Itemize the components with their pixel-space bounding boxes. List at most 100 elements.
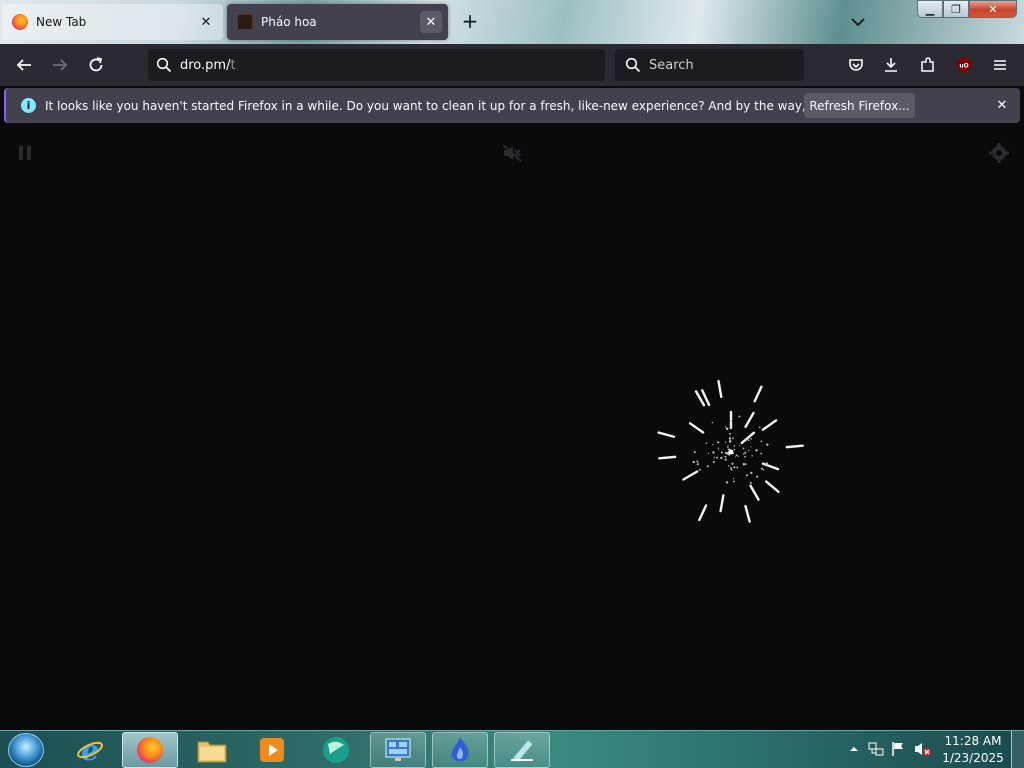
- firework-spark: [712, 460, 715, 464]
- list-all-tabs-chevron-icon[interactable]: [846, 10, 870, 34]
- firework-spark: [712, 451, 715, 454]
- firework-spark: [727, 446, 729, 449]
- firework-spark: [765, 462, 769, 465]
- firework-spark: [705, 442, 708, 444]
- firework-spark: [742, 447, 745, 450]
- reload-icon[interactable]: [82, 51, 110, 79]
- firework-spark: [737, 455, 739, 457]
- firework-spark: [708, 452, 710, 454]
- firework-spark: [760, 452, 763, 455]
- firework-spark: [728, 437, 732, 440]
- firework-spark: [745, 474, 749, 477]
- show-hidden-icons-arrow-icon[interactable]: [846, 741, 862, 757]
- internet-explorer-icon[interactable]: e: [62, 732, 118, 768]
- refresh-firefox-button[interactable]: Refresh Firefox...: [804, 93, 915, 118]
- show-desktop-button[interactable]: [1011, 731, 1024, 768]
- extensions-icon[interactable]: [914, 51, 942, 79]
- firework-spark: [736, 466, 739, 469]
- firework-spark: [713, 456, 715, 459]
- downloads-icon[interactable]: [877, 51, 905, 79]
- pocket-icon[interactable]: [842, 51, 870, 79]
- firework-spark: [735, 454, 738, 457]
- firefox-taskbar-icon[interactable]: [122, 732, 178, 768]
- firework-spark: [720, 451, 723, 454]
- maximize-icon[interactable]: ❐: [943, 0, 969, 18]
- firework-spark: [718, 449, 720, 451]
- firework-spark: [724, 455, 727, 458]
- firework-spark: [716, 456, 718, 459]
- firework-streak: [740, 431, 756, 445]
- notification-close-icon[interactable]: ✕: [992, 95, 1012, 115]
- firework-spark: [756, 475, 759, 478]
- firework-spark: [724, 458, 727, 461]
- window-controls: ▁ ❐ ✕: [917, 0, 1021, 19]
- globe-app-icon[interactable]: [308, 732, 364, 768]
- blue-flame-app-icon[interactable]: [432, 732, 488, 768]
- firework-spark: [725, 427, 729, 431]
- clock-date: 1/23/2025: [942, 751, 1004, 765]
- new-tab-plus-icon[interactable]: +: [458, 10, 482, 34]
- firework-spark: [758, 426, 761, 429]
- svg-text:e: e: [81, 735, 99, 765]
- search-placeholder: Search: [649, 57, 694, 73]
- firework-spark: [717, 447, 719, 449]
- back-arrow-icon[interactable]: [10, 51, 38, 79]
- firework-spark: [731, 462, 734, 465]
- firework-streak: [761, 419, 778, 431]
- close-icon[interactable]: ✕: [969, 0, 1017, 18]
- firework-streak: [698, 504, 708, 522]
- notepad-app-icon[interactable]: [494, 732, 550, 768]
- firework-streak: [682, 470, 699, 481]
- firework-spark: [733, 448, 736, 451]
- firework-spark: [696, 460, 699, 463]
- info-icon: i: [21, 98, 36, 113]
- firework-spark: [760, 440, 763, 443]
- firework-spark: [742, 462, 746, 466]
- tab-title: New Tab: [36, 15, 87, 29]
- firework-spark: [725, 441, 727, 443]
- firework-spark: [730, 419, 733, 422]
- firefox-icon: [12, 14, 28, 30]
- url-text: dro.pm/t: [180, 57, 236, 73]
- firework-spark: [749, 481, 752, 484]
- system-clock[interactable]: 11:28 AM 1/23/2025: [935, 733, 1011, 767]
- tab-close-icon[interactable]: ✕: [420, 11, 442, 33]
- media-player-icon[interactable]: [244, 732, 300, 768]
- firework-spark: [760, 467, 763, 470]
- forward-arrow-icon[interactable]: [46, 51, 74, 79]
- firework-spark: [712, 444, 714, 446]
- firework-streak: [657, 431, 676, 438]
- firework-spark: [732, 437, 734, 439]
- tab-title: Pháo hoa: [261, 15, 317, 29]
- firework-spark: [729, 425, 732, 428]
- hamburger-menu-icon[interactable]: [986, 51, 1014, 79]
- search-bar[interactable]: Search: [615, 49, 804, 81]
- windows-taskbar: e 11:28 AM 1/23/2025: [0, 730, 1024, 768]
- clock-time: 11:28 AM: [944, 734, 1002, 748]
- network-icon[interactable]: [868, 741, 884, 757]
- firework-spark: [727, 448, 730, 451]
- speaker-muted-icon[interactable]: [914, 741, 931, 757]
- firework-spark: [706, 465, 709, 468]
- minimize-icon[interactable]: ▁: [917, 0, 943, 18]
- url-bar[interactable]: dro.pm/t: [148, 49, 605, 81]
- firework-spark: [748, 449, 750, 452]
- fireworks-canvas[interactable]: [0, 125, 1024, 730]
- ublock-origin-icon[interactable]: uO: [950, 51, 978, 79]
- firework-spark: [738, 445, 740, 447]
- firework-spark: [750, 446, 752, 448]
- firework-spark: [733, 444, 736, 447]
- firework-streak: [765, 480, 780, 494]
- control-panel-icon[interactable]: [370, 732, 426, 768]
- tab-new-tab[interactable]: New Tab ✕: [2, 4, 223, 40]
- start-button-icon[interactable]: [8, 733, 44, 767]
- firework-spark: [729, 432, 731, 435]
- file-explorer-icon[interactable]: [184, 732, 240, 768]
- firework-streak: [717, 379, 723, 399]
- tab-phao-hoa[interactable]: Pháo hoa ✕: [227, 4, 448, 40]
- firework-spark: [720, 456, 723, 460]
- tab-close-icon[interactable]: ✕: [195, 11, 217, 33]
- firework-spark: [711, 421, 714, 424]
- svg-text:uO: uO: [959, 63, 968, 70]
- action-center-flag-icon[interactable]: [890, 741, 906, 757]
